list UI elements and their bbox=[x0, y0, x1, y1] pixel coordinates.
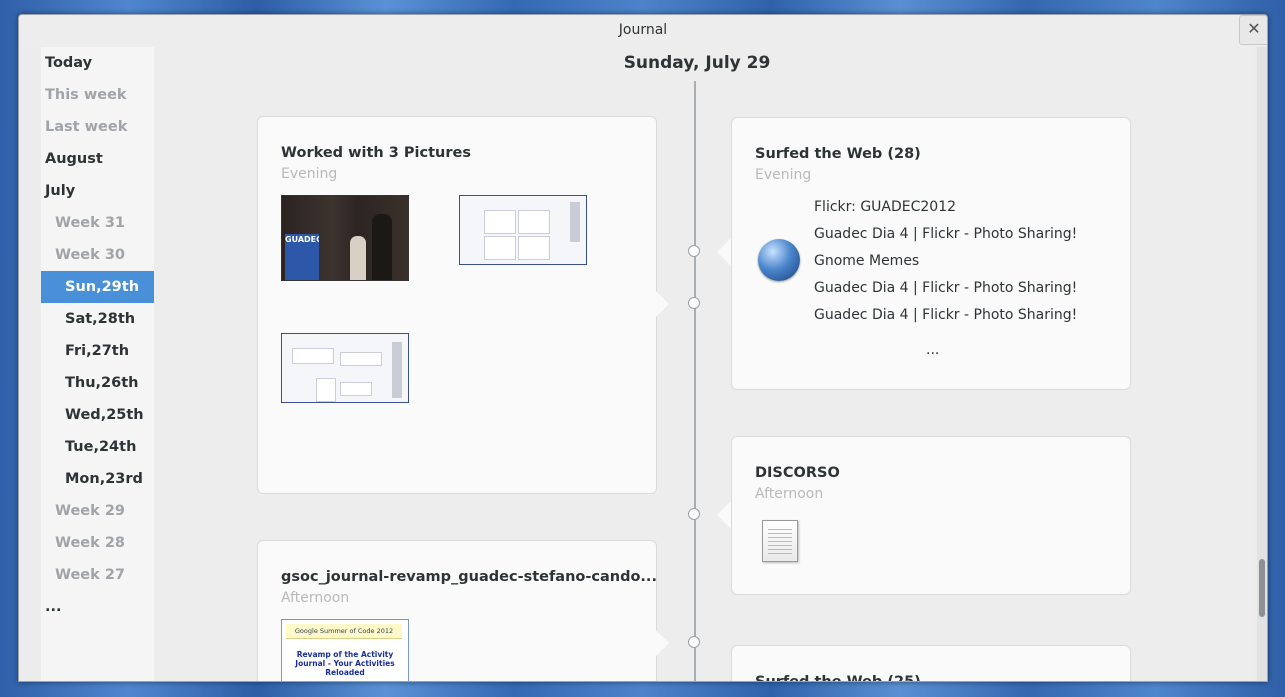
card-time: Afternoon bbox=[281, 590, 350, 606]
timeline-node[interactable] bbox=[688, 245, 700, 257]
slides-card[interactable]: gsoc_journal-revamp_guadec-stefano-cando… bbox=[257, 540, 657, 681]
document-lines bbox=[768, 529, 792, 555]
mini-panel bbox=[340, 382, 372, 396]
card-title: Worked with 3 Pictures bbox=[281, 145, 471, 161]
person-figure bbox=[372, 214, 392, 280]
slide-text: Revamp of the Activity Journal - Your Ac… bbox=[295, 650, 395, 677]
mini-sidebar bbox=[392, 342, 402, 398]
sidebar-item[interactable]: July bbox=[41, 175, 158, 207]
sidebar-item[interactable]: Sun,29th bbox=[41, 271, 154, 303]
web-history-item[interactable]: Gnome Memes bbox=[814, 253, 919, 269]
sidebar-item[interactable]: August bbox=[41, 143, 158, 175]
close-button[interactable]: ✕ bbox=[1239, 15, 1267, 45]
scrollbar-thumb[interactable] bbox=[1259, 559, 1265, 617]
journal-window: Journal ✕ Today This week Last week August J… bbox=[18, 14, 1268, 682]
card-title: DISCORSO bbox=[755, 465, 840, 481]
timeline-node[interactable] bbox=[688, 636, 700, 648]
screenshot-thumbnail[interactable] bbox=[281, 333, 409, 403]
sidebar-item[interactable]: Week 31 bbox=[41, 207, 168, 239]
web-history-item[interactable]: Flickr: GUADEC2012 bbox=[814, 199, 956, 215]
mini-panel bbox=[518, 236, 550, 260]
date-title: Sunday, July 29 bbox=[623, 53, 771, 73]
sidebar-item[interactable]: Last week bbox=[41, 111, 158, 143]
card-title: Surfed the Web (28) bbox=[755, 146, 921, 162]
timeline-view: Sunday, July 29 Worked with 3 Pictures E… bbox=[154, 47, 1254, 681]
sidebar-item[interactable]: Week 28 bbox=[41, 527, 168, 559]
mini-panel bbox=[518, 210, 550, 234]
card-pointer bbox=[717, 238, 731, 266]
close-icon: ✕ bbox=[1247, 19, 1261, 38]
mini-sidebar bbox=[570, 202, 580, 242]
web-history-card[interactable]: Surfed the Web (25) bbox=[731, 645, 1131, 682]
document-card[interactable]: DISCORSO Afternoon bbox=[731, 436, 1131, 595]
sidebar-item[interactable]: Today bbox=[41, 47, 158, 79]
timeline-node[interactable] bbox=[688, 297, 700, 309]
mini-panel bbox=[484, 236, 516, 260]
sidebar: Today This week Last week August July Week 31… bbox=[41, 47, 154, 681]
sidebar-item[interactable]: This week bbox=[41, 79, 158, 111]
card-title: Surfed the Web (25) bbox=[755, 674, 921, 682]
timeline-node[interactable] bbox=[688, 508, 700, 520]
card-time: Evening bbox=[281, 166, 338, 182]
slide-thumbnail[interactable]: Google Summer of Code 2012 Revamp of the… bbox=[281, 619, 409, 681]
web-history-item[interactable]: Guadec Dia 4 | Flickr - Photo Sharing! bbox=[814, 307, 1077, 323]
card-time: Afternoon bbox=[755, 486, 824, 502]
mini-panel bbox=[484, 210, 516, 234]
mini-panel bbox=[316, 378, 336, 402]
mini-panel bbox=[340, 352, 382, 366]
photo-thumbnail[interactable]: GUADEC bbox=[281, 195, 409, 281]
sidebar-item[interactable]: Week 30 bbox=[41, 239, 168, 271]
card-title: gsoc_journal-revamp_guadec-stefano-cando… bbox=[281, 569, 657, 585]
sidebar-item[interactable]: Week 27 bbox=[41, 559, 168, 591]
sidebar-item[interactable]: ... bbox=[41, 591, 158, 623]
banner-text: GUADEC bbox=[285, 234, 319, 280]
vertical-scrollbar[interactable] bbox=[1257, 47, 1267, 681]
screenshot-thumbnail[interactable] bbox=[459, 195, 587, 265]
pictures-card[interactable]: Worked with 3 Pictures Evening GUADEC bbox=[257, 116, 657, 494]
card-time: Evening bbox=[755, 167, 812, 183]
document-icon bbox=[762, 520, 798, 562]
web-history-card[interactable]: Surfed the Web (28) Evening Flickr: GUAD… bbox=[731, 117, 1131, 390]
web-history-item[interactable]: Guadec Dia 4 | Flickr - Photo Sharing! bbox=[814, 280, 1077, 296]
person-figure bbox=[350, 236, 366, 280]
card-pointer bbox=[655, 629, 669, 657]
mini-panel bbox=[292, 348, 334, 364]
timeline-line bbox=[694, 81, 696, 681]
globe-icon bbox=[758, 239, 800, 281]
sidebar-item[interactable]: Week 29 bbox=[41, 495, 168, 527]
window-title: Journal bbox=[618, 22, 668, 38]
card-pointer bbox=[717, 501, 731, 529]
card-pointer bbox=[655, 290, 669, 318]
slide-header: Google Summer of Code 2012 bbox=[286, 624, 402, 639]
web-history-item[interactable]: Guadec Dia 4 | Flickr - Photo Sharing! bbox=[814, 226, 1077, 242]
more-items[interactable]: ... bbox=[926, 342, 939, 358]
title-bar: Journal ✕ bbox=[19, 15, 1267, 47]
